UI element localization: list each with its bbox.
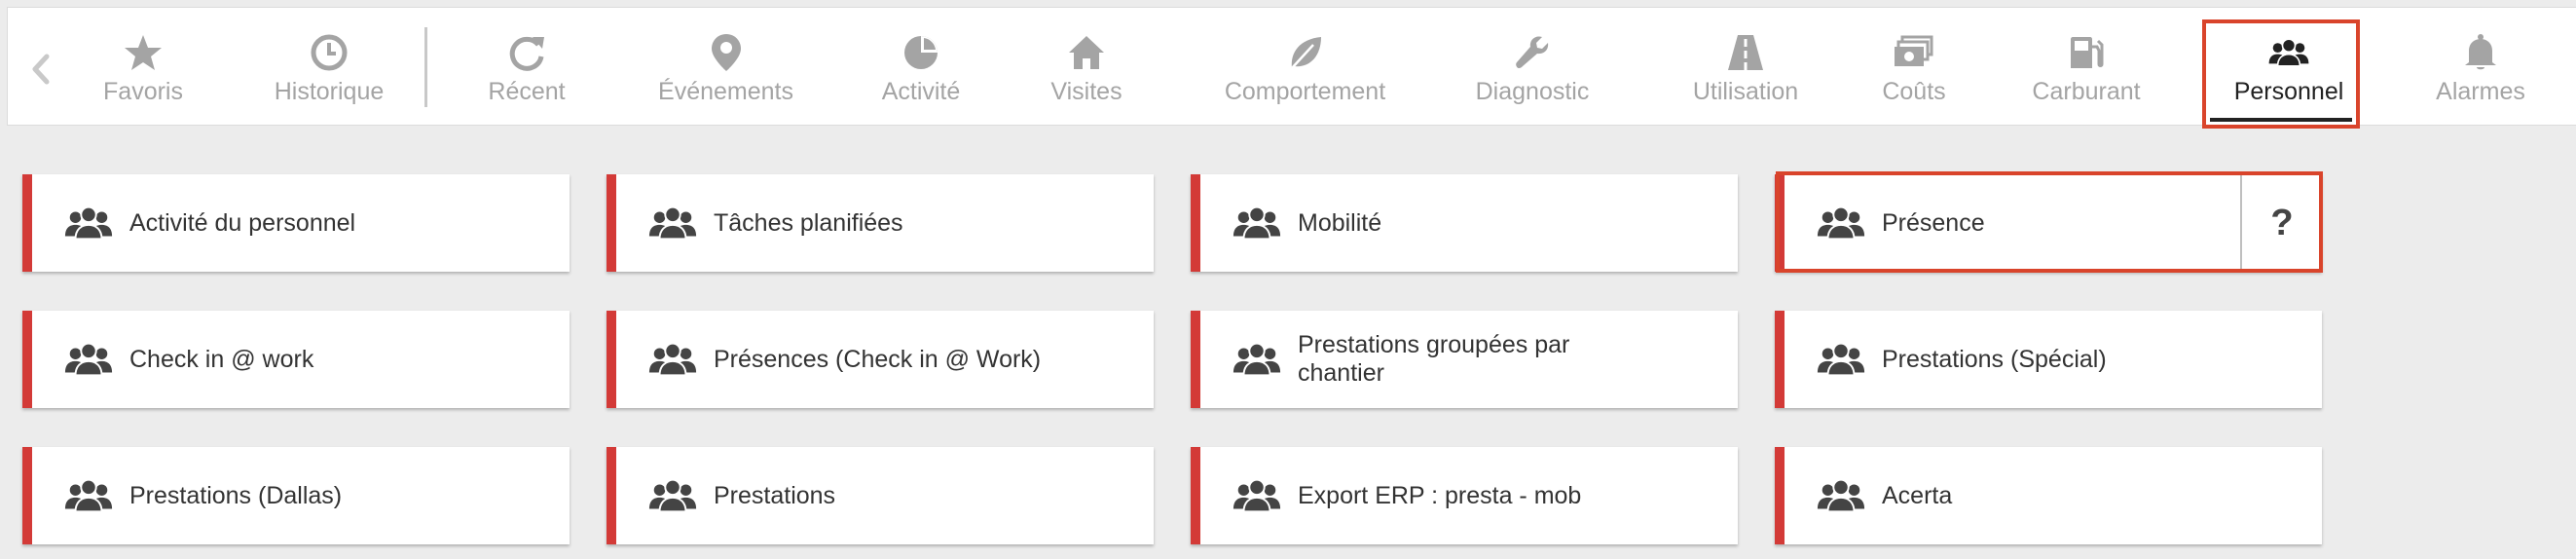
tile-label: Présences (Check in @ Work) bbox=[714, 345, 1042, 373]
tile-presence[interactable]: Présence ? bbox=[1775, 174, 2322, 272]
road-icon bbox=[1724, 31, 1767, 74]
nav-item-visites[interactable]: Visites bbox=[1040, 8, 1133, 125]
nav-item-label: Utilisation bbox=[1692, 78, 1799, 105]
tile-export-erp[interactable]: Export ERP : presta - mob bbox=[1191, 447, 1738, 544]
tile-label: Export ERP : presta - mob bbox=[1298, 481, 1582, 509]
help-button[interactable]: ? bbox=[2242, 174, 2322, 272]
tile-activite-du-personnel[interactable]: Activité du personnel bbox=[22, 174, 570, 272]
tile-prestations-dallas[interactable]: Prestations (Dallas) bbox=[22, 447, 570, 544]
users-icon bbox=[1233, 478, 1281, 513]
users-icon bbox=[64, 205, 113, 241]
nav-item-label: Comportement bbox=[1224, 78, 1386, 105]
nav-item-diagnostic[interactable]: Diagnostic bbox=[1461, 8, 1603, 125]
nav-item-carburant[interactable]: Carburant bbox=[2018, 8, 2154, 125]
pie-chart-icon bbox=[900, 31, 942, 74]
nav-item-recent[interactable]: Récent bbox=[468, 8, 585, 125]
fuel-pump-icon bbox=[2065, 31, 2108, 74]
tile-label: Tâches planifiées bbox=[714, 208, 903, 237]
nav-item-label: Historique bbox=[274, 78, 385, 105]
nav-item-comportement[interactable]: Comportement bbox=[1196, 8, 1415, 125]
tile-prestations-groupees[interactable]: Prestations groupées par chantier bbox=[1191, 311, 1738, 408]
tile-label: Prestations bbox=[714, 481, 836, 509]
nav-item-evenements[interactable]: Événements bbox=[641, 8, 811, 125]
tile-label: Prestations (Spécial) bbox=[1882, 345, 2107, 373]
users-icon bbox=[1233, 205, 1281, 241]
nav-item-label: Visites bbox=[1050, 78, 1122, 105]
nav-divider bbox=[424, 27, 427, 107]
tile-presences-check-in[interactable]: Présences (Check in @ Work) bbox=[607, 311, 1154, 408]
users-icon bbox=[648, 478, 697, 513]
house-icon bbox=[1065, 31, 1108, 74]
clock-icon bbox=[308, 31, 350, 74]
users-icon bbox=[1817, 342, 1865, 377]
nav-item-label: Alarmes bbox=[2436, 78, 2525, 105]
nav-item-label: Activité bbox=[881, 78, 961, 105]
tile-check-in-at-work[interactable]: Check in @ work bbox=[22, 311, 570, 408]
nav-item-favoris[interactable]: Favoris bbox=[89, 8, 198, 125]
users-icon bbox=[1233, 342, 1281, 377]
tile-mobilite[interactable]: Mobilité bbox=[1191, 174, 1738, 272]
nav-item-utilisation[interactable]: Utilisation bbox=[1663, 8, 1828, 125]
users-icon bbox=[1817, 205, 1865, 241]
nav-item-alarmes[interactable]: Alarmes bbox=[2422, 8, 2539, 125]
tile-acerta[interactable]: Acerta bbox=[1775, 447, 2322, 544]
tile-label: Activité du personnel bbox=[129, 208, 356, 237]
tile-label: Prestations (Dallas) bbox=[129, 481, 343, 509]
tile-taches-planifiees[interactable]: Tâches planifiées bbox=[607, 174, 1154, 272]
users-icon bbox=[64, 342, 113, 377]
top-navigation-bar: Favoris Historique Récent Événements Act… bbox=[7, 7, 2576, 126]
users-icon bbox=[1817, 478, 1865, 513]
map-pin-icon bbox=[705, 31, 748, 74]
bell-icon bbox=[2459, 31, 2502, 74]
banknotes-icon bbox=[1893, 31, 1935, 74]
nav-item-label: Diagnostic bbox=[1475, 78, 1590, 105]
active-tab-underline bbox=[2210, 118, 2352, 122]
nav-item-label: Carburant bbox=[2032, 78, 2141, 105]
tile-label: Prestations groupées par chantier bbox=[1298, 331, 1570, 387]
nav-item-label: Personnel bbox=[2233, 78, 2344, 105]
tile-label: Acerta bbox=[1882, 481, 1953, 509]
refresh-icon bbox=[505, 31, 548, 74]
nav-item-label: Récent bbox=[488, 78, 566, 105]
nav-item-personnel[interactable]: Personnel bbox=[2218, 8, 2360, 125]
nav-back-button[interactable] bbox=[21, 45, 60, 93]
leaf-icon bbox=[1284, 31, 1327, 74]
users-icon bbox=[648, 342, 697, 377]
tile-prestations[interactable]: Prestations bbox=[607, 447, 1154, 544]
tile-label: Mobilité bbox=[1298, 208, 1382, 237]
nav-item-couts[interactable]: Coûts bbox=[1865, 8, 1963, 125]
nav-item-activite[interactable]: Activité bbox=[867, 8, 975, 125]
tile-label: Check in @ work bbox=[129, 345, 314, 373]
wrench-icon bbox=[1511, 31, 1554, 74]
nav-item-label: Favoris bbox=[103, 78, 183, 105]
users-icon bbox=[64, 478, 113, 513]
users-icon bbox=[648, 205, 697, 241]
tile-prestations-special[interactable]: Prestations (Spécial) bbox=[1775, 311, 2322, 408]
users-icon bbox=[2267, 31, 2310, 74]
chevron-left-icon bbox=[32, 54, 50, 85]
nav-item-label: Événements bbox=[658, 78, 793, 105]
nav-item-historique[interactable]: Historique bbox=[256, 8, 402, 125]
nav-item-label: Coûts bbox=[1882, 78, 1946, 105]
star-icon bbox=[122, 31, 165, 74]
